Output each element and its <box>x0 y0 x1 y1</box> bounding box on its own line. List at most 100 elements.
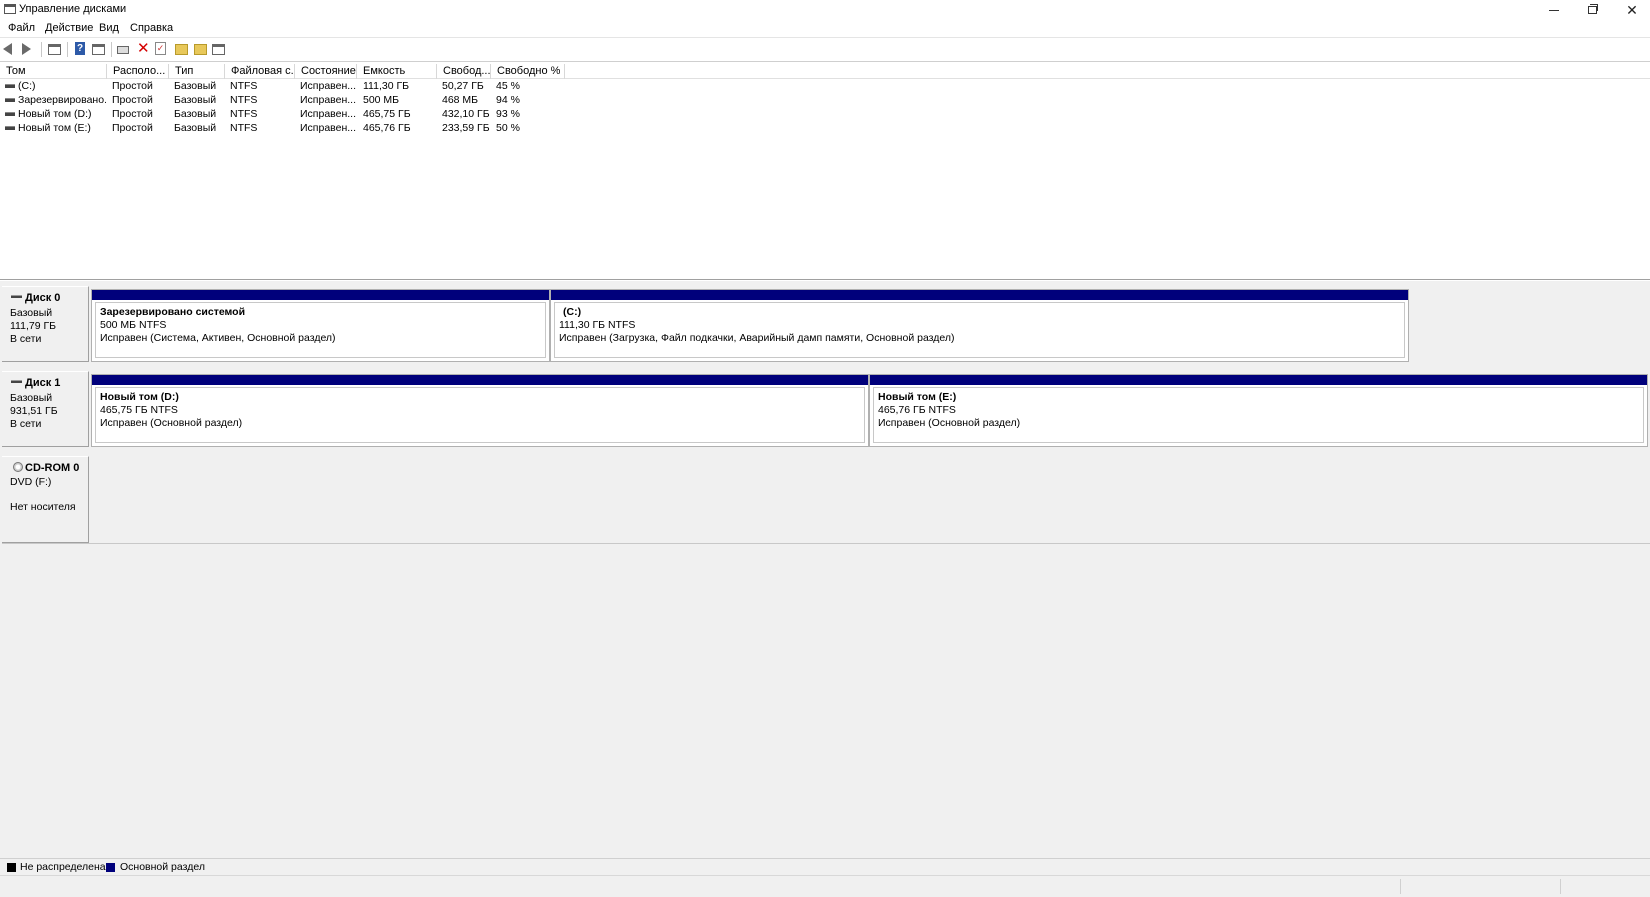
disk-type: Базовый <box>10 307 53 319</box>
partition-system-reserved[interactable]: Зарезервировано системой 500 МБ NTFS Исп… <box>91 289 550 362</box>
console-tree-button[interactable] <box>48 42 63 56</box>
volume-row[interactable]: Новый том (E:) Простой Базовый NTFS Испр… <box>0 121 1650 135</box>
list-view-icon <box>212 44 225 55</box>
minimize-icon <box>1549 10 1559 11</box>
volume-type: Базовый <box>174 80 217 92</box>
toolbar: ? ✕ ✓ <box>0 38 1650 62</box>
disk-size: 931,51 ГБ <box>10 405 58 417</box>
volume-layout: Простой <box>112 122 153 134</box>
volume-type: Базовый <box>174 108 217 120</box>
column-header-type[interactable]: Тип <box>169 64 225 79</box>
disk-1-label[interactable]: Диск 1 Базовый 931,51 ГБ В сети <box>2 371 89 447</box>
explore-folder-icon <box>194 44 207 55</box>
volume-list: Том Располо... Тип Файловая с... Состоян… <box>0 62 1650 280</box>
volume-capacity: 465,76 ГБ <box>363 122 411 134</box>
column-header-status[interactable]: Состояние <box>295 64 357 79</box>
help-button[interactable]: ? <box>75 42 90 56</box>
volume-filesystem: NTFS <box>230 94 258 106</box>
menu-bar: Файл Действие Вид Справка <box>0 19 1650 38</box>
volume-row[interactable]: Новый том (D:) Простой Базовый NTFS Испр… <box>0 107 1650 121</box>
volume-row[interactable]: Зарезервировано... Простой Базовый NTFS … <box>0 93 1650 107</box>
volume-free-percent: 50 % <box>496 122 520 134</box>
volume-name: (C:) <box>18 80 36 92</box>
legend-primary-label: Основной раздел <box>120 861 205 873</box>
menu-file[interactable]: Файл <box>8 22 35 34</box>
legend-unallocated-swatch <box>7 863 16 872</box>
volume-layout: Простой <box>112 108 153 120</box>
toolbar-separator <box>41 42 42 57</box>
menu-action[interactable]: Действие <box>45 22 93 34</box>
column-header-filesystem[interactable]: Файловая с... <box>225 64 295 79</box>
column-header-free-space[interactable]: Свобод... <box>437 64 491 79</box>
partition-color-bar <box>92 290 549 300</box>
volume-icon <box>5 84 15 88</box>
volume-icon <box>5 126 15 130</box>
close-button[interactable]: ✕ <box>1614 0 1650 19</box>
volume-capacity: 465,75 ГБ <box>363 108 411 120</box>
partition-d[interactable]: Новый том (D:) 465,75 ГБ NTFS Исправен (… <box>91 374 869 447</box>
partition-status: Исправен (Основной раздел) <box>878 417 1021 429</box>
legend-unallocated-label: Не распределена <box>20 861 106 873</box>
check-button[interactable]: ✓ <box>155 42 170 56</box>
volume-filesystem: NTFS <box>230 122 258 134</box>
disk-graphical-view: Диск 0 Базовый 111,79 ГБ В сети Зарезерв… <box>0 281 1650 858</box>
volume-type: Базовый <box>174 122 217 134</box>
toolbar-separator <box>67 42 68 57</box>
disk-status: В сети <box>10 333 42 345</box>
restore-icon <box>1587 3 1598 14</box>
column-header-volume[interactable]: Том <box>0 64 107 79</box>
properties-button[interactable] <box>92 42 107 56</box>
partition-status: Исправен (Загрузка, Файл подкачки, Авари… <box>559 332 955 344</box>
volume-layout: Простой <box>112 94 153 106</box>
disk-name: Диск 1 <box>25 377 61 389</box>
volume-status: Исправен... <box>300 94 357 106</box>
partition-c[interactable]: (C:) 111,30 ГБ NTFS Исправен (Загрузка, … <box>550 289 1409 362</box>
check-icon: ✓ <box>155 42 166 55</box>
volume-list-header: Том Располо... Тип Файловая с... Состоян… <box>0 64 1650 79</box>
forward-button[interactable] <box>22 42 37 56</box>
partition-name: Новый том (D:) <box>100 391 179 403</box>
menu-view[interactable]: Вид <box>99 22 119 34</box>
volume-capacity: 111,30 ГБ <box>363 80 410 92</box>
forward-arrow-icon <box>22 43 31 55</box>
volume-status: Исправен... <box>300 122 357 134</box>
partition-size: 500 МБ NTFS <box>100 319 167 331</box>
partition-status: Исправен (Основной раздел) <box>100 417 243 429</box>
close-icon: ✕ <box>1626 1 1638 18</box>
help-icon: ? <box>75 42 85 55</box>
open-folder-button[interactable] <box>175 42 190 56</box>
back-button[interactable] <box>3 42 18 56</box>
column-header-capacity[interactable]: Емкость <box>357 64 437 79</box>
volume-row[interactable]: (C:) Простой Базовый NTFS Исправен... 11… <box>0 79 1650 93</box>
disk-type: Базовый <box>10 392 53 404</box>
volume-free-space: 432,10 ГБ <box>442 108 490 120</box>
disk-name: Диск 0 <box>25 292 61 304</box>
explore-folder-button[interactable] <box>194 42 209 56</box>
column-header-layout[interactable]: Располо... <box>107 64 169 79</box>
list-view-button[interactable] <box>212 42 227 56</box>
disk-size: 111,79 ГБ <box>10 320 57 332</box>
minimize-button[interactable] <box>1536 0 1572 19</box>
cdrom-0-label[interactable]: CD-ROM 0 DVD (F:) Нет носителя <box>2 456 89 543</box>
partition-color-bar <box>870 375 1647 385</box>
volume-free-percent: 93 % <box>496 108 520 120</box>
volume-status: Исправен... <box>300 108 357 120</box>
disk-status: В сети <box>10 418 42 430</box>
column-header-free-percent[interactable]: Свободно % <box>491 64 565 79</box>
restore-button[interactable] <box>1574 0 1610 19</box>
partition-color-bar <box>551 290 1408 300</box>
partition-e[interactable]: Новый том (E:) 465,76 ГБ NTFS Исправен (… <box>869 374 1648 447</box>
partition-body: Зарезервировано системой 500 МБ NTFS Исп… <box>95 302 546 358</box>
disk-0-label[interactable]: Диск 0 Базовый 111,79 ГБ В сети <box>2 286 89 362</box>
volume-name: Новый том (E:) <box>18 122 91 134</box>
partition-size: 465,76 ГБ NTFS <box>878 404 956 416</box>
menu-help[interactable]: Справка <box>130 22 173 34</box>
volume-icon <box>5 112 15 116</box>
status-segment <box>1560 879 1561 894</box>
legend: Не распределена Основной раздел <box>0 858 1650 875</box>
status-segment <box>1400 879 1401 894</box>
connect-button[interactable] <box>117 42 132 56</box>
disk-management-app-icon <box>4 4 16 14</box>
delete-button[interactable]: ✕ <box>137 41 152 56</box>
title-bar: Управление дисками ✕ <box>0 0 1650 19</box>
